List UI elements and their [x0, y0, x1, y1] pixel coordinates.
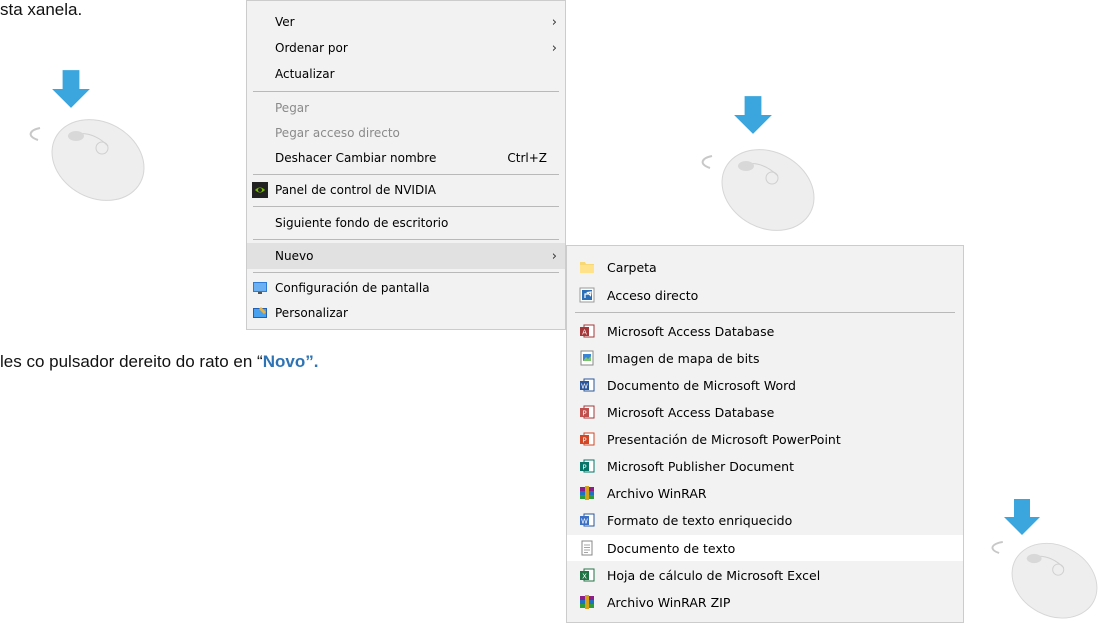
chevron-right-icon: ›: [551, 248, 557, 264]
svg-text:P: P: [582, 437, 586, 445]
excel-icon: X: [579, 567, 595, 583]
submenu-item-label: Documento de Microsoft Word: [607, 378, 796, 393]
menu-item-label: Configuración de pantalla: [275, 281, 430, 295]
submenu-item-label: Carpeta: [607, 260, 657, 275]
submenu-item-publisher[interactable]: P Microsoft Publisher Document: [567, 453, 963, 479]
svg-text:P: P: [582, 464, 586, 472]
menu-item-ordenar-por[interactable]: Ordenar por ›: [247, 35, 565, 61]
folder-icon: [579, 259, 595, 275]
doc-text-novo-highlight: Novo”.: [262, 352, 319, 371]
menu-separator: [253, 91, 559, 92]
menu-item-nuevo[interactable]: Nuevo ›: [247, 243, 565, 269]
submenu-item-acceso-directo[interactable]: Acceso directo: [567, 282, 963, 308]
menu-item-label: Deshacer Cambiar nombre: [275, 151, 437, 165]
publisher-icon: P: [579, 458, 595, 474]
powerpoint-icon: P: [579, 431, 595, 447]
new-submenu: Carpeta Acceso directo A Microsoft Acces…: [566, 245, 964, 623]
submenu-item-label: Acceso directo: [607, 288, 699, 303]
submenu-item-label: Hoja de cálculo de Microsoft Excel: [607, 568, 821, 583]
submenu-item-label: Archivo WinRAR ZIP: [607, 595, 731, 610]
menu-item-label: Pegar acceso directo: [275, 126, 400, 140]
submenu-item-access-database[interactable]: A Microsoft Access Database: [567, 318, 963, 344]
mouse-illustration-right: [980, 499, 1105, 625]
nvidia-icon: [252, 182, 268, 198]
menu-item-label: Ordenar por: [275, 41, 348, 55]
menu-item-configuracion-pantalla[interactable]: Configuración de pantalla: [247, 275, 565, 301]
mouse-illustration-left: [20, 70, 150, 208]
menu-item-deshacer[interactable]: Deshacer Cambiar nombre Ctrl+Z: [247, 145, 565, 171]
down-arrow-icon: [734, 96, 772, 134]
menu-separator: [253, 206, 559, 207]
menu-item-nvidia[interactable]: Panel de control de NVIDIA: [247, 177, 565, 203]
menu-item-shortcut: Ctrl+Z: [507, 151, 547, 165]
menu-item-label: Actualizar: [275, 67, 335, 81]
access-icon: P: [579, 404, 595, 420]
shortcut-icon: [579, 287, 595, 303]
submenu-item-bitmap[interactable]: Imagen de mapa de bits: [567, 345, 963, 371]
winrar-icon: [579, 485, 595, 501]
menu-item-pegar-acceso-directo: Pegar acceso directo: [247, 120, 565, 146]
menu-item-actualizar[interactable]: Actualizar: [247, 61, 565, 87]
doc-text-line1-text: sta xanela.: [0, 0, 83, 19]
access-icon: A: [579, 323, 595, 339]
submenu-item-documento-texto[interactable]: Documento de texto: [567, 535, 963, 561]
submenu-item-label: Documento de texto: [607, 541, 736, 556]
submenu-item-rtf[interactable]: W Formato de texto enriquecido: [567, 507, 963, 533]
mouse-illustration-middle: [690, 96, 820, 238]
bitmap-icon: [579, 350, 595, 366]
doc-text-line1: sta xanela.: [0, 0, 82, 20]
submenu-item-label: Imagen de mapa de bits: [607, 351, 760, 366]
word-icon: W: [579, 377, 595, 393]
doc-text-line2: les co pulsador dereito do rato en “Novo…: [0, 352, 318, 372]
submenu-item-label: Presentación de Microsoft PowerPoint: [607, 432, 841, 447]
submenu-item-label: Microsoft Access Database: [607, 324, 775, 339]
down-arrow-icon: [52, 70, 90, 108]
submenu-item-access-database-2[interactable]: P Microsoft Access Database: [567, 399, 963, 425]
text-document-icon: [579, 540, 595, 556]
winrar-zip-icon: [579, 594, 595, 610]
submenu-item-winrar[interactable]: Archivo WinRAR: [567, 480, 963, 506]
svg-text:A: A: [582, 329, 587, 337]
display-settings-icon: [252, 280, 268, 296]
menu-item-label: Personalizar: [275, 306, 348, 320]
menu-separator: [253, 174, 559, 175]
chevron-right-icon: ›: [551, 40, 557, 56]
doc-text-line2-prefix: les co pulsador dereito do rato en “: [0, 352, 263, 371]
menu-item-siguiente-fondo[interactable]: Siguiente fondo de escritorio: [247, 210, 565, 236]
submenu-item-label: Formato de texto enriquecido: [607, 513, 793, 528]
submenu-item-carpeta[interactable]: Carpeta: [567, 254, 963, 280]
menu-item-ver[interactable]: Ver ›: [247, 9, 565, 35]
menu-item-label: Panel de control de NVIDIA: [275, 183, 436, 197]
menu-item-personalizar[interactable]: Personalizar: [247, 300, 565, 326]
submenu-separator: [575, 312, 955, 313]
svg-text:P: P: [582, 410, 586, 418]
down-arrow-icon: [1004, 499, 1040, 535]
svg-text:W: W: [581, 518, 588, 526]
mouse-icon: [991, 541, 1098, 619]
desktop-context-menu: Ver › Ordenar por › Actualizar Pegar Peg…: [246, 0, 566, 330]
svg-text:W: W: [581, 383, 588, 391]
submenu-item-label: Archivo WinRAR: [607, 486, 707, 501]
rtf-icon: W: [579, 512, 595, 528]
menu-separator: [253, 272, 559, 273]
menu-item-label: Nuevo: [275, 249, 314, 263]
menu-item-label: Siguiente fondo de escritorio: [275, 216, 449, 230]
svg-text:X: X: [582, 573, 587, 581]
submenu-item-excel[interactable]: X Hoja de cálculo de Microsoft Excel: [567, 562, 963, 588]
personalize-icon: [252, 305, 268, 321]
menu-item-pegar: Pegar: [247, 95, 565, 121]
submenu-item-winrar-zip[interactable]: Archivo WinRAR ZIP: [567, 589, 963, 615]
menu-item-label: Ver: [275, 15, 295, 29]
submenu-item-label: Microsoft Publisher Document: [607, 459, 794, 474]
submenu-item-label: Microsoft Access Database: [607, 405, 775, 420]
submenu-item-word[interactable]: W Documento de Microsoft Word: [567, 372, 963, 398]
menu-item-label: Pegar: [275, 101, 310, 115]
submenu-item-powerpoint[interactable]: P Presentación de Microsoft PowerPoint: [567, 426, 963, 452]
menu-separator: [253, 239, 559, 240]
chevron-right-icon: ›: [551, 14, 557, 30]
